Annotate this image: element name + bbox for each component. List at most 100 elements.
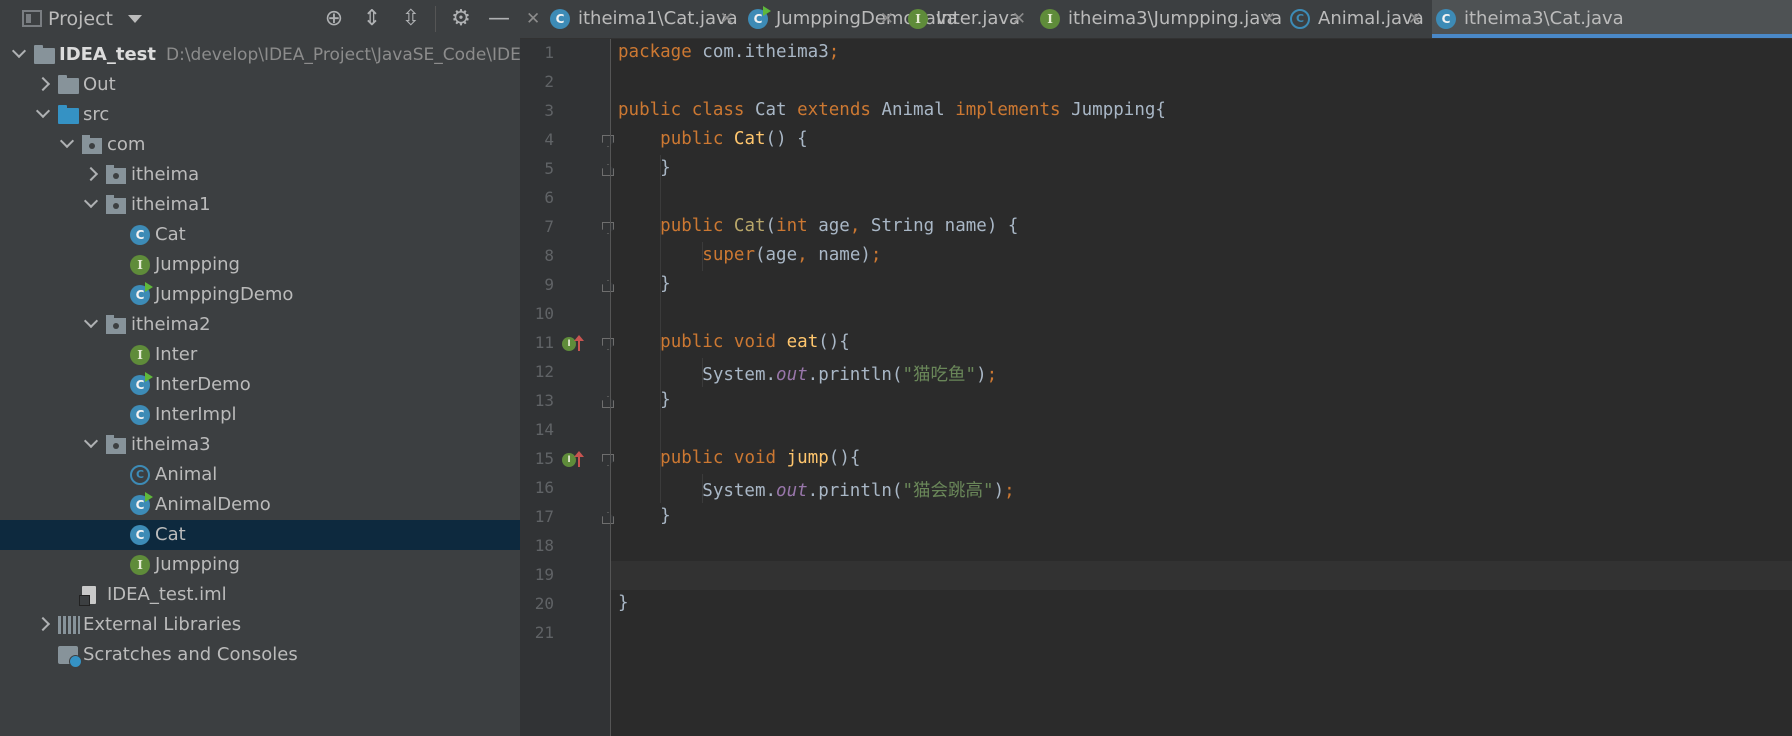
code-line[interactable]: public void eat(){ xyxy=(618,332,850,352)
interface-icon: I xyxy=(130,255,150,275)
line-number: 4 xyxy=(544,130,554,149)
tree-item[interactable]: com xyxy=(0,130,520,160)
chevron-down-icon[interactable] xyxy=(83,433,99,449)
fold-marker-icon[interactable] xyxy=(602,164,614,176)
tree-item[interactable]: I Jumpping xyxy=(0,550,520,580)
gear-icon[interactable]: ⚙ xyxy=(448,6,474,32)
class-icon: C xyxy=(550,9,570,29)
indent-guide xyxy=(702,242,703,271)
code-line[interactable]: } xyxy=(618,390,671,410)
module-file-icon xyxy=(79,586,96,606)
code-line[interactable]: } xyxy=(618,158,671,178)
chevron-down-icon[interactable] xyxy=(128,15,142,23)
code-line[interactable]: public Cat(int age, String name) { xyxy=(618,216,1018,236)
fold-marker-icon[interactable] xyxy=(602,396,614,408)
tree-item[interactable]: IDEA_test D:\develop\IDEA_Project\JavaSE_… xyxy=(0,40,520,70)
tree-item[interactable]: I Jumpping xyxy=(0,250,520,280)
code-line[interactable]: System.out.println("猫会跳高"); xyxy=(618,477,1014,502)
close-icon[interactable]: ✕ xyxy=(1408,0,1422,38)
source-folder-icon xyxy=(58,105,79,124)
line-number: 10 xyxy=(534,304,554,323)
code-line[interactable]: super(age, name); xyxy=(618,245,881,265)
tree-item[interactable]: C Cat xyxy=(0,520,520,550)
tab-label: itheima3\Jumpping.java xyxy=(1068,8,1282,29)
fold-marker-icon[interactable] xyxy=(602,338,614,350)
chevron-down-icon[interactable] xyxy=(35,103,51,119)
chevron-right-icon[interactable] xyxy=(35,76,51,92)
fold-marker-icon[interactable] xyxy=(602,135,614,147)
locate-file-icon[interactable]: ⊕ xyxy=(321,6,347,32)
tree-item[interactable]: C InterDemo xyxy=(0,370,520,400)
tree-item-label: Scratches and Consoles xyxy=(83,644,298,665)
indent-guide xyxy=(702,358,703,387)
chevron-down-icon[interactable] xyxy=(11,43,27,59)
close-icon[interactable]: ✕ xyxy=(1012,0,1026,38)
tree-item[interactable]: C Animal xyxy=(0,460,520,490)
tree-item[interactable]: I Inter xyxy=(0,340,520,370)
package-icon xyxy=(106,165,126,184)
arrow-up-icon[interactable] xyxy=(574,451,584,467)
tree-item[interactable]: itheima2 xyxy=(0,310,520,340)
close-icon[interactable]: ✕ xyxy=(520,0,542,38)
project-view-title[interactable]: Project xyxy=(48,8,113,30)
runnable-class-icon: C xyxy=(130,372,153,395)
line-number: 3 xyxy=(544,101,554,120)
editor-tab[interactable]: Citheima1\Cat.java ✕ xyxy=(546,0,740,38)
chevron-down-icon[interactable] xyxy=(83,313,99,329)
fold-marker-icon[interactable] xyxy=(602,512,614,524)
editor-tab[interactable]: Citheima3\Cat.java xyxy=(1432,0,1792,38)
collapse-all-icon[interactable]: ⇳ xyxy=(398,6,424,32)
code-editor[interactable]: 1 2 3 4 5 6 7 8 9 10 11 I 12 13 14 15 I 16 17 18 19 20 21 pack… xyxy=(520,39,1792,736)
editor-tab[interactable]: I Inter.java ✕ xyxy=(904,0,1032,38)
tree-item-label: InterDemo xyxy=(155,374,251,395)
code-line[interactable]: public void jump(){ xyxy=(618,448,860,468)
code-line[interactable]: } xyxy=(618,506,671,526)
code-line[interactable]: package com.itheima3; xyxy=(618,42,839,62)
tree-item[interactable]: C AnimalDemo xyxy=(0,490,520,520)
tree-item[interactable]: C Cat xyxy=(0,220,520,250)
line-number: 12 xyxy=(534,362,554,381)
fold-marker-icon[interactable] xyxy=(602,280,614,292)
tree-item[interactable]: C InterImpl xyxy=(0,400,520,430)
tree-item[interactable]: Scratches and Consoles xyxy=(0,640,520,670)
line-number: 17 xyxy=(534,507,554,526)
tab-label: itheima1\Cat.java xyxy=(578,8,738,29)
tree-item[interactable]: C JumppingDemo xyxy=(0,280,520,310)
arrow-up-icon[interactable] xyxy=(574,335,584,351)
editor-tab[interactable]: C JumppingDemo.java ✕ xyxy=(744,0,958,38)
fold-marker-icon[interactable] xyxy=(602,222,614,234)
expand-all-icon[interactable]: ⇕ xyxy=(359,6,385,32)
libraries-icon xyxy=(58,616,80,634)
code-line[interactable]: public class Cat extends Animal implemen… xyxy=(618,100,1166,120)
fold-marker-icon[interactable] xyxy=(602,454,614,466)
tree-item[interactable]: itheima xyxy=(0,160,520,190)
line-number: 9 xyxy=(544,275,554,294)
scratches-icon xyxy=(58,646,82,668)
line-number: 21 xyxy=(534,623,554,642)
tree-item-label: Animal xyxy=(155,464,218,485)
chevron-down-icon[interactable] xyxy=(59,133,75,149)
tree-item-label: Cat xyxy=(155,524,186,545)
tree-item[interactable]: External Libraries xyxy=(0,610,520,640)
tree-item[interactable]: Out xyxy=(0,70,520,100)
code-line[interactable]: System.out.println("猫吃鱼"); xyxy=(618,361,997,386)
tree-item-label: src xyxy=(83,104,110,125)
editor-tab[interactable]: C Animal.java ✕ xyxy=(1286,0,1428,38)
code-line[interactable]: public Cat() { xyxy=(618,129,808,149)
close-icon[interactable]: ✕ xyxy=(880,0,894,38)
code-line[interactable]: } xyxy=(618,593,629,613)
close-icon[interactable]: ✕ xyxy=(720,0,734,38)
tree-item[interactable]: IDEA_test.iml xyxy=(0,580,520,610)
interface-icon: I xyxy=(130,555,150,575)
tree-item[interactable]: itheima1 xyxy=(0,190,520,220)
close-icon[interactable]: ✕ xyxy=(1262,0,1276,38)
editor-tab[interactable]: Iitheima3\Jumpping.java ✕ xyxy=(1036,0,1282,38)
chevron-right-icon[interactable] xyxy=(35,616,51,632)
tree-item[interactable]: itheima3 xyxy=(0,430,520,460)
tree-item[interactable]: src xyxy=(0,100,520,130)
module-path: D:\develop\IDEA_Project\JavaSE_Code\IDEA… xyxy=(166,45,520,65)
code-line[interactable]: } xyxy=(618,274,671,294)
hide-panel-icon[interactable]: — xyxy=(486,6,512,32)
chevron-down-icon[interactable] xyxy=(83,193,99,209)
chevron-right-icon[interactable] xyxy=(83,166,99,182)
